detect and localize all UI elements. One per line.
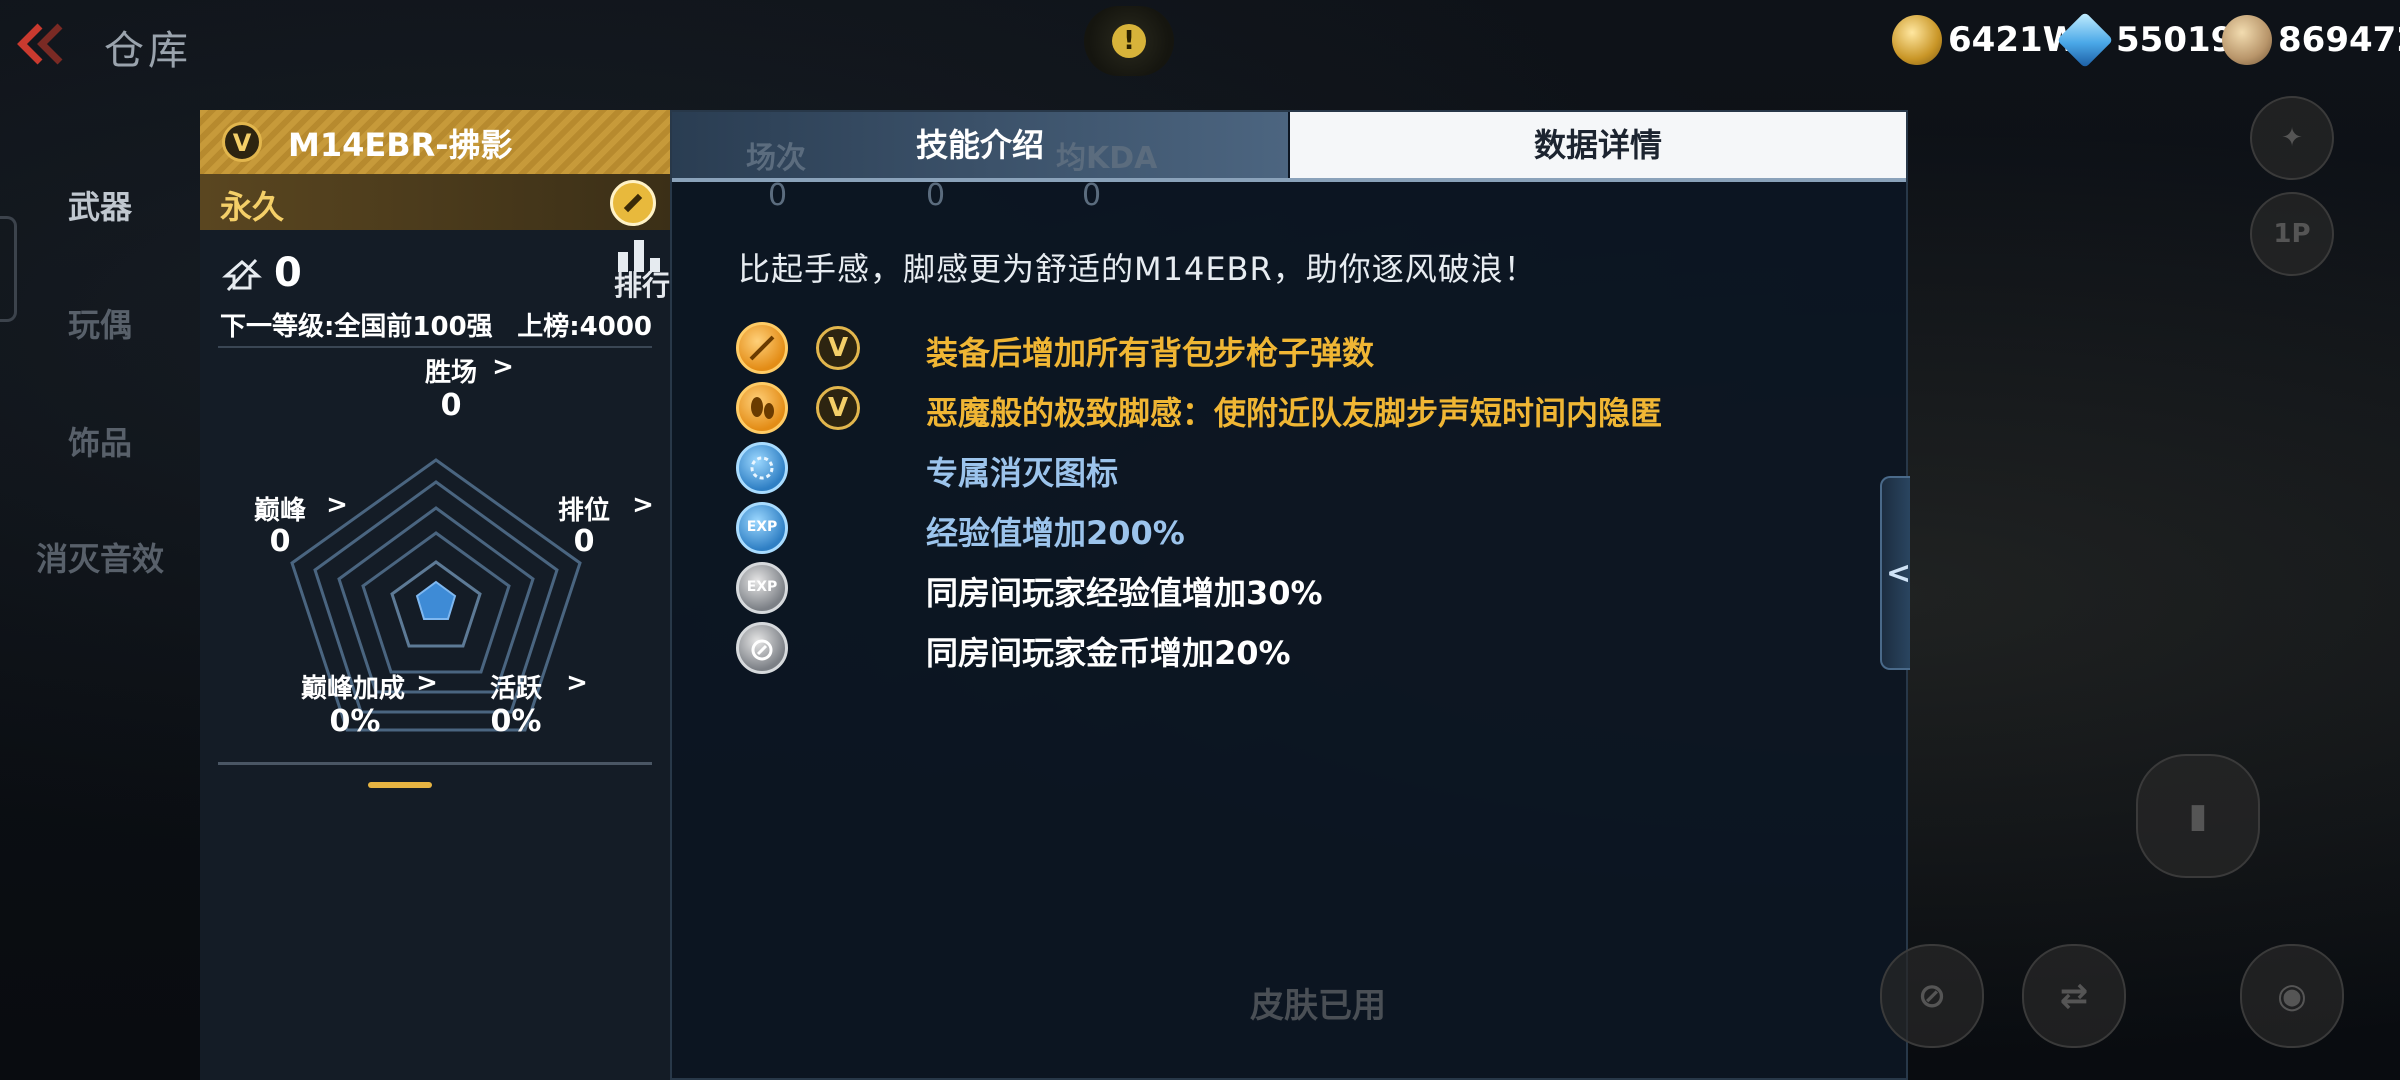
leaderboard-label: 排行	[613, 269, 670, 302]
weapon-name: M14EBR-拂影	[288, 126, 513, 164]
board-threshold: 上榜:4000	[517, 312, 652, 342]
skin-description: 比起手感，脚感更为舒适的M14EBR，助你逐风破浪！	[738, 250, 1537, 288]
nav-handle[interactable]	[0, 216, 17, 322]
leaderboard-button[interactable]: 排行	[612, 238, 672, 302]
divider	[218, 346, 652, 348]
refresh-icon[interactable]: ⇄	[2022, 944, 2126, 1048]
rank-hidden-icon	[222, 258, 262, 292]
stat-ranked-label[interactable]: 排位	[544, 490, 624, 527]
nav-item-weapons[interactable]: 武器	[0, 182, 200, 228]
skill-text: 专属消灭图标	[926, 454, 1119, 492]
skill-row: 同房间玩家金币增加20%	[736, 620, 1836, 678]
next-level-row: 下一等级:全国前100强 上榜:4000	[220, 306, 652, 343]
view-toggle-button[interactable]: 1P	[2250, 192, 2334, 276]
exp-label: EXP	[746, 579, 778, 595]
skin-swap-icon[interactable]: ⊘	[1880, 944, 1984, 1048]
chevron-right-icon[interactable]: >	[628, 490, 658, 520]
settings-icon[interactable]: ✦	[2250, 96, 2334, 180]
ghost-value: 0	[926, 178, 946, 213]
exclamation-icon: !	[1112, 24, 1146, 58]
skill-row: EXP 同房间玩家经验值增加30%	[736, 560, 1836, 618]
divider	[218, 762, 652, 765]
stat-ranked-value: 0	[573, 524, 595, 559]
tab-skill-intro[interactable]: 场次 均KDA 技能介绍	[672, 112, 1288, 178]
bullet-icon[interactable]: ▮	[2136, 754, 2260, 878]
bottom-hint: 皮肤已用	[1250, 986, 1386, 1026]
nav-item-dolls[interactable]: 玩偶	[0, 300, 200, 346]
v-badge-icon: V	[816, 386, 860, 430]
v-badge-icon: V	[816, 326, 860, 370]
skill-text: 装备后增加所有背包步枪子弹数	[926, 334, 1375, 372]
kill-icon-badge	[736, 442, 788, 494]
exp-label: EXP	[746, 519, 778, 535]
skill-text: 经验值增加200%	[926, 514, 1185, 552]
tab-data-label: 数据详情	[1533, 126, 1662, 164]
collapse-panel-button[interactable]: <	[1880, 476, 1912, 670]
rank-value: 0	[274, 250, 302, 296]
rifle-ammo-icon	[736, 322, 788, 374]
alert-button[interactable]: !	[1084, 6, 1174, 76]
diamond-currency[interactable]: 55019	[2056, 11, 2235, 69]
weapon-duration: 永久	[220, 188, 285, 226]
room-coin-icon	[736, 622, 788, 674]
page-indicator	[368, 782, 432, 788]
coin-currency[interactable]: 869472	[2222, 15, 2400, 65]
chevron-right-icon[interactable]: >	[414, 668, 440, 698]
detail-panel: 场次 均KDA 技能介绍 数据详情 0 0 0 比起手感，脚感更为舒适的M14E…	[670, 110, 1908, 1080]
skill-row: V 恶魔般的极致脚感：使附近队友脚步声短时间内隐匿	[736, 380, 1836, 438]
chevron-right-icon[interactable]: >	[322, 490, 352, 520]
panel-tabs: 场次 均KDA 技能介绍 数据详情	[672, 112, 1906, 182]
gold-bar-icon	[1892, 15, 1942, 65]
coin-icon	[2222, 15, 2272, 65]
tab-underline	[672, 178, 1906, 182]
chevron-left-icon: <	[1886, 556, 1912, 591]
ghost-value: 0	[1082, 178, 1102, 213]
back-arrow-icon	[17, 23, 63, 65]
skill-text: 同房间玩家经验值增加30%	[926, 574, 1323, 612]
stat-peak-label[interactable]: 巅峰	[240, 490, 320, 527]
radar-chart	[290, 458, 582, 732]
nav-item-kill-sound[interactable]: 消灭音效	[0, 534, 200, 580]
nav-item-accessories[interactable]: 饰品	[0, 418, 200, 464]
back-button[interactable]	[14, 22, 74, 66]
stat-peak-bonus-label[interactable]: 巅峰加成	[290, 668, 416, 705]
ghost-tab-kda: 均KDA	[1056, 141, 1158, 176]
stat-active-value: 0%	[490, 704, 542, 739]
stat-win-value: 0	[440, 388, 462, 423]
weapon-card-header: V M14EBR-拂影	[200, 110, 670, 174]
skill-row: 专属消灭图标	[736, 440, 1836, 498]
v-badge-icon: V	[222, 122, 262, 162]
chevron-right-icon[interactable]: >	[562, 668, 592, 698]
stats-radar: 胜场 > 0 巅峰 > 0 排位 > 0 巅峰加成 > 0% 活跃 > 0%	[200, 350, 670, 850]
stat-active-label[interactable]: 活跃	[476, 668, 556, 705]
tab-skill-label: 技能介绍	[915, 126, 1044, 164]
exp-icon: EXP	[736, 502, 788, 554]
rank-row: 0 排行	[222, 240, 670, 302]
tab-data-detail[interactable]: 数据详情	[1290, 112, 1906, 178]
footstep-icon	[736, 382, 788, 434]
skill-row: EXP 经验值增加200%	[736, 500, 1836, 558]
skill-text: 恶魔般的极致脚感：使附近队友脚步声短时间内隐匿	[926, 394, 1663, 432]
coin-value: 869472	[2278, 20, 2400, 60]
top-bar: 仓库 ! 6421W 55019 869472	[0, 0, 2400, 100]
gold-currency[interactable]: 6421W	[1892, 15, 2080, 65]
weapon-card: V M14EBR-拂影 永久 0 排行 下一等级:全国前100强 上榜:4000	[200, 110, 672, 1080]
diamond-icon	[2056, 11, 2114, 69]
next-level-text: 下一等级:全国前100强	[220, 312, 493, 342]
room-exp-icon: EXP	[736, 562, 788, 614]
chevron-right-icon[interactable]: >	[488, 352, 518, 382]
diamond-value: 55019	[2116, 20, 2235, 60]
stat-peak-value: 0	[269, 524, 291, 559]
stat-peak-bonus-value: 0%	[329, 704, 381, 739]
ghost-value: 0	[768, 178, 788, 213]
weapon-duration-bar: 永久	[200, 174, 670, 230]
hide-eye-icon[interactable]: ◉	[2240, 944, 2344, 1048]
page-title: 仓库	[104, 28, 192, 74]
skill-row: V 装备后增加所有背包步枪子弹数	[736, 320, 1836, 378]
skill-text: 同房间玩家金币增加20%	[926, 634, 1291, 672]
lock-icon[interactable]	[610, 180, 656, 226]
